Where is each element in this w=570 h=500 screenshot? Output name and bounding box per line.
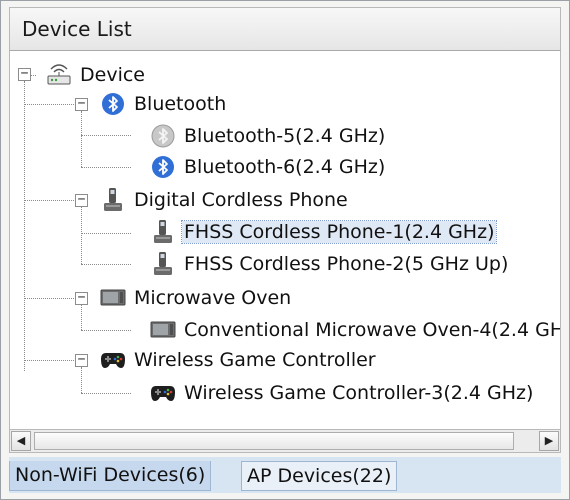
panel-title: Device List <box>22 17 132 41</box>
collapse-toggle-microwave[interactable]: − <box>75 291 88 305</box>
tree-node-label: Bluetooth <box>134 93 227 115</box>
tree-node-device[interactable]: Device <box>46 60 145 90</box>
tree-node-bluetooth[interactable]: Bluetooth <box>100 89 226 119</box>
tab-ap-devices[interactable]: AP Devices(22) <box>241 461 398 491</box>
bluetooth-inactive-icon <box>150 123 176 149</box>
scroll-left-button[interactable]: ◀ <box>11 431 31 451</box>
scroll-thumb[interactable] <box>34 432 514 450</box>
tree-node-label: Microwave Oven <box>134 287 292 309</box>
bluetooth-icon <box>150 154 176 180</box>
device-list-panel: Device List − − − − − Device Bluetooth B… <box>0 0 570 500</box>
tree-node-label: Device <box>80 64 145 86</box>
collapse-toggle-device[interactable]: − <box>18 67 31 81</box>
tree-node-conventional-microwave-oven-4[interactable]: Conventional Microwave Oven-4(2.4 GHz <box>150 315 561 345</box>
tree-node-label: FHSS Cordless Phone-1(2.4 GHz) <box>180 220 498 244</box>
tree-node-digital-cordless-phone[interactable]: Digital Cordless Phone <box>100 185 348 215</box>
tree-node-label: Conventional Microwave Oven-4(2.4 GHz <box>184 319 561 341</box>
scroll-right-button[interactable]: ▶ <box>539 431 559 451</box>
tree-node-microwave-oven[interactable]: Microwave Oven <box>100 283 291 313</box>
bluetooth-icon <box>100 91 126 117</box>
tab-non-wifi-devices[interactable]: Non-WiFi Devices(6) <box>9 461 212 491</box>
gamepad-icon <box>150 380 176 406</box>
tree-node-bluetooth-6[interactable]: Bluetooth-6(2.4 GHz) <box>150 152 385 182</box>
tab-bar: Non-WiFi Devices(6) AP Devices(22) <box>9 457 561 493</box>
tree-node-wireless-game-controller-3[interactable]: Wireless Game Controller-3(2.4 GHz) <box>150 378 533 408</box>
tree-node-wireless-game-controller[interactable]: Wireless Game Controller <box>100 345 376 375</box>
device-tree[interactable]: − − − − − Device Bluetooth Bluetooth-5(2… <box>9 51 561 429</box>
tree-node-bluetooth-5[interactable]: Bluetooth-5(2.4 GHz) <box>150 121 385 151</box>
tree-node-label: Wireless Game Controller <box>134 349 376 371</box>
collapse-toggle-bluetooth[interactable]: − <box>75 97 88 111</box>
panel-header: Device List <box>9 7 561 51</box>
gamepad-icon <box>100 347 126 373</box>
microwave-icon <box>150 317 176 343</box>
tree-node-label: FHSS Cordless Phone-2(5 GHz Up) <box>184 253 509 275</box>
collapse-toggle-game-controller[interactable]: − <box>75 353 88 367</box>
cordless-phone-icon <box>150 251 176 277</box>
cordless-phone-icon <box>100 187 126 213</box>
tree-node-label: Digital Cordless Phone <box>134 189 348 211</box>
tree-node-label: Bluetooth-5(2.4 GHz) <box>184 125 386 147</box>
collapse-toggle-cordless-phone[interactable]: − <box>75 193 88 207</box>
cordless-phone-icon <box>150 219 176 245</box>
router-icon <box>46 62 72 88</box>
horizontal-scrollbar[interactable]: ◀ ▶ <box>9 429 561 453</box>
tree-node-label: Wireless Game Controller-3(2.4 GHz) <box>184 382 534 404</box>
tree-node-label: Bluetooth-6(2.4 GHz) <box>184 156 386 178</box>
tree-node-fhss-cordless-phone-2[interactable]: FHSS Cordless Phone-2(5 GHz Up) <box>150 249 508 279</box>
microwave-icon <box>100 285 126 311</box>
tree-node-fhss-cordless-phone-1[interactable]: FHSS Cordless Phone-1(2.4 GHz) <box>150 217 498 247</box>
